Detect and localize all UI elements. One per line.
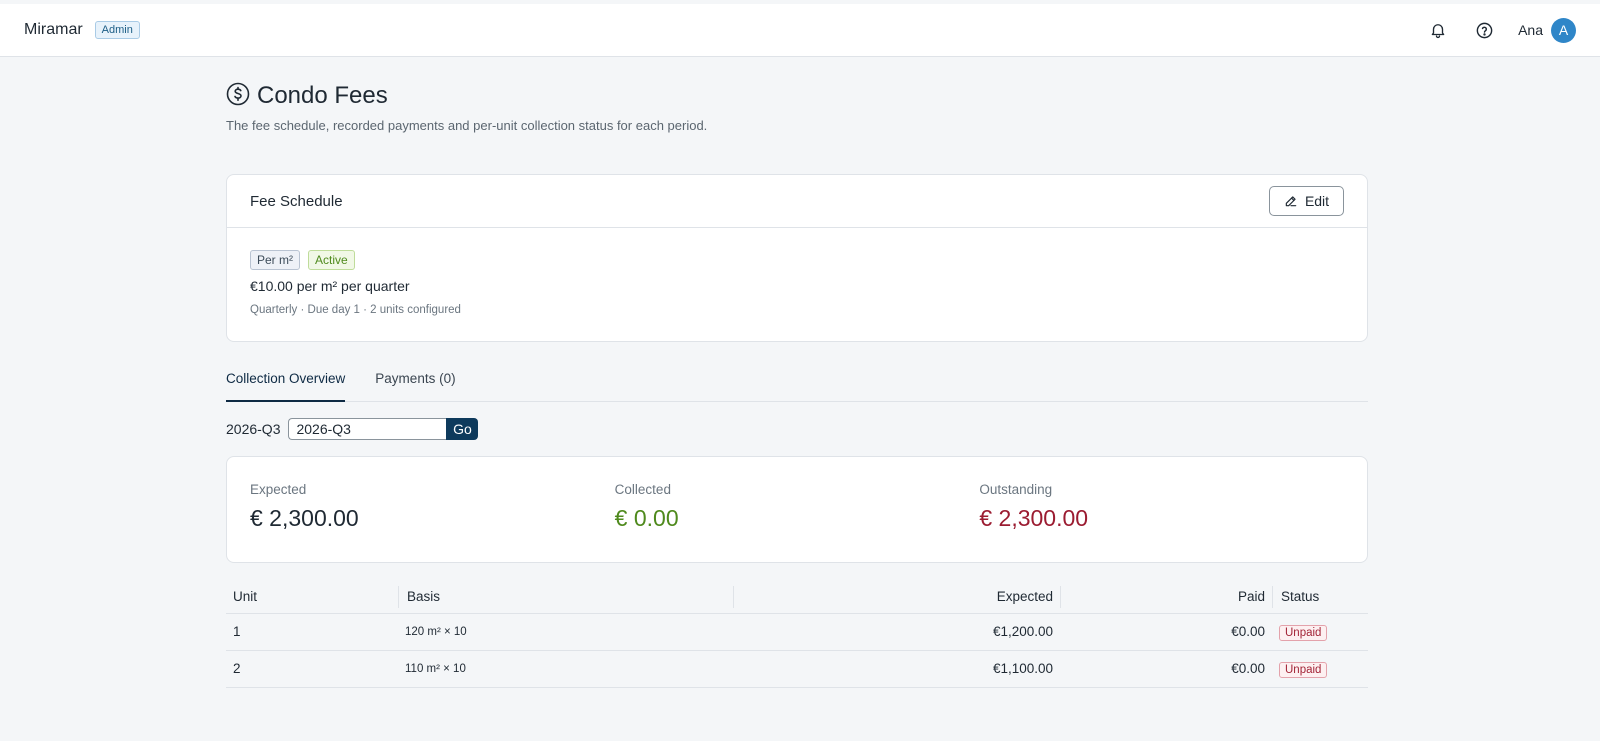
collection-summary: Expected € 2,300.00 Collected € 0.00 Out… (226, 456, 1368, 563)
page-title: Condo Fees (257, 82, 388, 109)
tab-payments[interactable]: Payments (0) (375, 366, 455, 402)
fee-meta: Quarterly · Due day 1 · 2 units configur… (250, 304, 461, 316)
outstanding-label: Outstanding (979, 482, 1053, 497)
column-header-expected[interactable]: Expected (733, 581, 1060, 614)
pencil-icon (1285, 196, 1297, 207)
table-row[interactable]: 1 120 m² × 10 €1,200.00 €0.00 Unpaid (226, 613, 1368, 651)
page-subtitle: The fee schedule, recorded payments and … (226, 118, 708, 133)
cell-status: Unpaid (1272, 613, 1368, 651)
user-name[interactable]: Ana (1518, 22, 1543, 38)
collected-value: € 0.00 (614, 505, 679, 531)
fee-schedule-card: Fee Schedule Edit Per m² Active €10.00 p… (226, 174, 1368, 342)
cell-unit: 1 (226, 613, 398, 651)
stat-collected: Collected € 0.00 (615, 457, 980, 562)
cell-expected: €1,200.00 (733, 613, 1060, 651)
main-content: Condo Fees The fee schedule, recorded pa… (226, 80, 1368, 688)
fee-tags: Per m² Active (250, 250, 1344, 270)
stat-outstanding: Outstanding € 2,300.00 (979, 457, 1344, 562)
cell-unit: 2 (226, 650, 398, 688)
dollar-circle-icon (226, 82, 250, 111)
fee-schedule-header: Fee Schedule Edit (227, 175, 1367, 228)
column-header-status-label: Status (1272, 585, 1361, 608)
top-right-actions: Ana A (1404, 17, 1576, 43)
period-input[interactable] (288, 418, 447, 440)
outstanding-value: € 2,300.00 (979, 505, 1089, 531)
cell-paid: €0.00 (1060, 650, 1272, 688)
tab-bar: Collection Overview Payments (0) (226, 366, 1368, 402)
role-badge: Admin (94, 21, 140, 39)
column-header-paid-label: Paid (1060, 585, 1265, 608)
brand-name[interactable]: Miramar (24, 21, 83, 39)
table-header-row: Unit Basis Expected Paid Status (226, 581, 1368, 614)
cell-status: Unpaid (1272, 650, 1368, 688)
fee-schedule-title: Fee Schedule (250, 192, 343, 210)
cell-basis: 120 m² × 10 (398, 613, 733, 651)
collected-label: Collected (614, 482, 671, 497)
table-row[interactable]: 2 110 m² × 10 €1,100.00 €0.00 Unpaid (226, 650, 1368, 688)
avatar[interactable]: A (1551, 17, 1576, 43)
edit-button[interactable]: Edit (1269, 186, 1344, 216)
edit-button-label: Edit (1304, 193, 1330, 209)
column-header-paid[interactable]: Paid (1060, 581, 1272, 614)
status-badge: Unpaid (1279, 662, 1328, 678)
fee-rate: €10.00 per m² per quarter (250, 278, 410, 294)
column-header-basis[interactable]: Basis (398, 581, 733, 614)
help-icon[interactable] (1472, 18, 1496, 42)
bell-icon[interactable] (1426, 18, 1450, 42)
column-header-status[interactable]: Status (1272, 581, 1368, 614)
go-button[interactable]: Go (446, 418, 479, 440)
cell-expected: €1,100.00 (733, 650, 1060, 688)
period-label: 2026-Q3 (226, 421, 281, 437)
column-header-basis-label: Basis (398, 585, 726, 608)
expected-label: Expected (250, 482, 307, 497)
column-header-unit[interactable]: Unit (226, 581, 398, 614)
column-header-expected-label: Expected (733, 585, 1053, 608)
status-badge: Active (308, 250, 355, 270)
units-table: Unit Basis Expected Paid Status 1 120 m²… (226, 581, 1368, 688)
cell-basis: 110 m² × 10 (398, 650, 733, 688)
basis-tag: Per m² (250, 250, 300, 270)
tab-collection-overview[interactable]: Collection Overview (226, 366, 346, 402)
expected-value: € 2,300.00 (250, 505, 359, 531)
cell-paid: €0.00 (1060, 613, 1272, 651)
top-bar: Miramar Admin Ana A (0, 4, 1600, 57)
stat-expected: Expected € 2,300.00 (250, 457, 615, 562)
fee-schedule-body: Per m² Active €10.00 per m² per quarter … (227, 228, 1367, 316)
status-badge: Unpaid (1279, 625, 1328, 641)
period-selector: 2026-Q3 Go (226, 418, 1368, 440)
page-header: Condo Fees (226, 80, 1368, 112)
